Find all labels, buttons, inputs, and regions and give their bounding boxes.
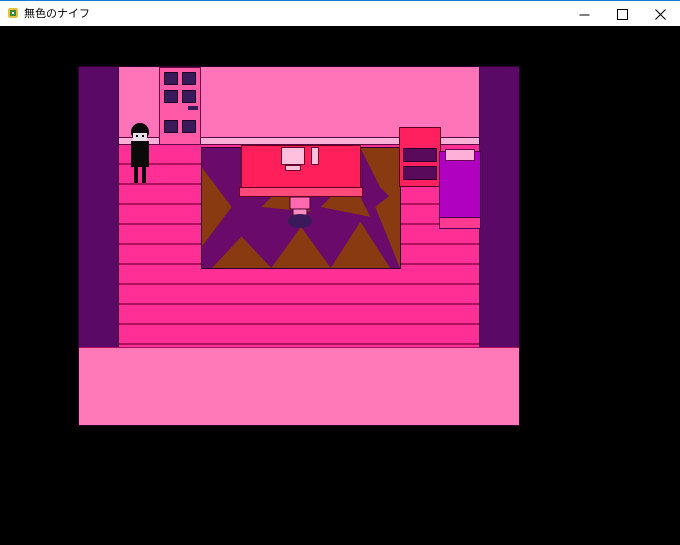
- game-scene: [78, 66, 520, 426]
- door-pane: [164, 72, 178, 85]
- right-wall: [479, 67, 519, 347]
- book: [311, 147, 319, 165]
- maximize-icon: [616, 8, 628, 20]
- door-pane: [182, 90, 196, 103]
- minimize-button[interactable]: [565, 1, 603, 27]
- close-button[interactable]: [641, 1, 679, 27]
- door-pane: [164, 120, 178, 133]
- door-handle: [188, 106, 198, 110]
- door-pane: [182, 72, 196, 85]
- monitor-base: [285, 165, 301, 171]
- door-pane: [182, 120, 196, 133]
- maximize-button[interactable]: [603, 1, 641, 27]
- dresser-drawer: [403, 148, 437, 162]
- title-bar[interactable]: 無色のナイフ: [0, 0, 680, 26]
- pillow: [445, 149, 475, 161]
- dresser: [399, 127, 441, 187]
- window-title: 無色のナイフ: [24, 7, 90, 20]
- dresser-drawer: [403, 166, 437, 180]
- app-icon: [8, 8, 18, 18]
- desk-edge: [239, 187, 363, 197]
- bedroom-door: [159, 67, 201, 145]
- minimize-icon: [579, 14, 589, 15]
- player-character: [131, 123, 149, 183]
- door-pane: [164, 90, 178, 103]
- bed-footboard: [439, 217, 481, 229]
- message-area: [79, 347, 519, 425]
- computer-monitor: [281, 147, 305, 165]
- desk-chair: [288, 197, 312, 228]
- game-viewport[interactable]: [0, 26, 680, 545]
- close-icon: [654, 8, 666, 20]
- left-wall: [79, 67, 119, 347]
